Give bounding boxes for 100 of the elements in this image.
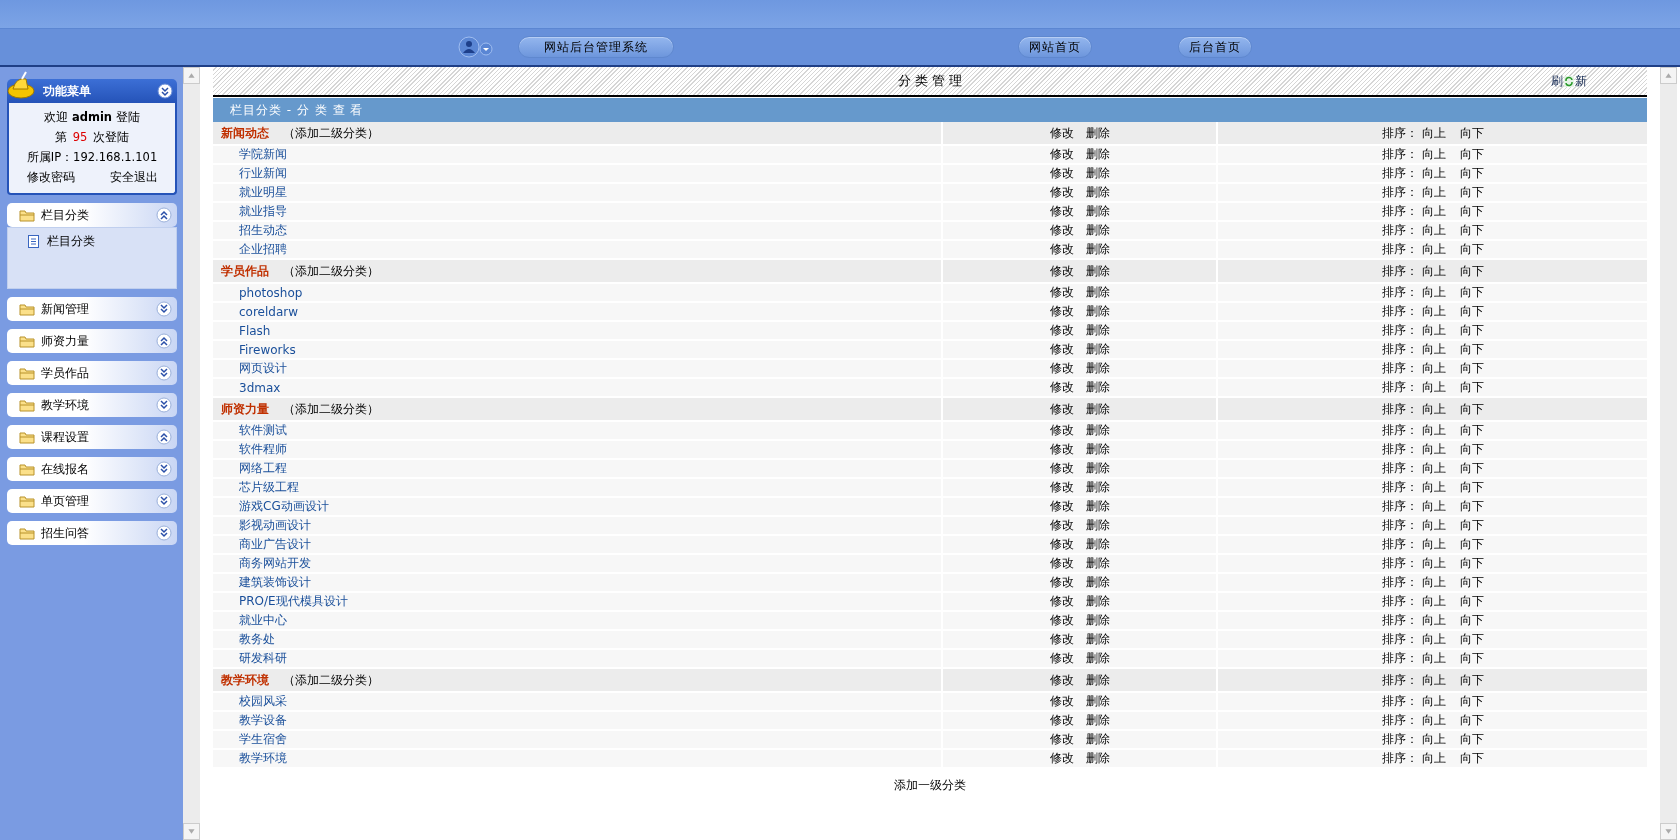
sort-down-link[interactable]: 向下	[1459, 712, 1484, 729]
sort-up-link[interactable]: 向上	[1421, 712, 1446, 729]
subcategory-link[interactable]: 校园风采	[221, 693, 287, 710]
sort-up-link[interactable]: 向上	[1421, 400, 1446, 418]
sort-down-link[interactable]: 向下	[1459, 479, 1484, 496]
sort-up-link[interactable]: 向上	[1421, 222, 1446, 239]
action-link[interactable]: 删除	[1085, 671, 1110, 689]
sort-up-link[interactable]: 向上	[1421, 555, 1446, 572]
sort-down-link[interactable]: 向下	[1459, 146, 1484, 163]
action-link[interactable]: 修改	[1049, 650, 1074, 667]
action-link[interactable]: 删除	[1085, 612, 1110, 629]
subcategory-link[interactable]: Flash	[221, 323, 271, 338]
subcategory-link[interactable]: 就业明星	[221, 184, 287, 201]
add-subcategory-link[interactable]: （添加二级分类）	[283, 671, 379, 689]
action-link[interactable]: 删除	[1085, 303, 1110, 320]
sort-down-link[interactable]: 向下	[1459, 460, 1484, 477]
account-link[interactable]: 修改密码	[26, 167, 75, 187]
subcategory-link[interactable]: 商务网站开发	[221, 555, 311, 572]
sort-down-link[interactable]: 向下	[1459, 593, 1484, 610]
subcategory-link[interactable]: 软件测试	[221, 422, 287, 439]
sort-up-link[interactable]: 向上	[1421, 284, 1446, 301]
sort-down-link[interactable]: 向下	[1459, 441, 1484, 458]
sort-up-link[interactable]: 向上	[1421, 379, 1446, 396]
action-link[interactable]: 删除	[1085, 379, 1110, 396]
subcategory-link[interactable]: 教务处	[221, 631, 275, 648]
action-link[interactable]: 修改	[1049, 593, 1074, 610]
action-link[interactable]: 修改	[1049, 241, 1074, 258]
add-category-link[interactable]: 添加一级分类	[894, 778, 966, 792]
action-link[interactable]: 删除	[1085, 731, 1110, 748]
sort-down-link[interactable]: 向下	[1459, 536, 1484, 553]
menu-section[interactable]: 招生问答	[7, 521, 177, 545]
action-link[interactable]: 修改	[1049, 574, 1074, 591]
action-link[interactable]: 修改	[1049, 731, 1074, 748]
sort-down-link[interactable]: 向下	[1459, 555, 1484, 572]
sort-up-link[interactable]: 向上	[1421, 146, 1446, 163]
action-link[interactable]: 删除	[1085, 693, 1110, 710]
action-link[interactable]: 删除	[1085, 400, 1110, 418]
action-link[interactable]: 删除	[1085, 341, 1110, 358]
subcategory-link[interactable]: photoshop	[221, 285, 303, 300]
action-link[interactable]: 删除	[1085, 631, 1110, 648]
menu-section[interactable]: 课程设置	[7, 425, 177, 449]
action-link[interactable]: 删除	[1085, 750, 1110, 767]
action-link[interactable]: 删除	[1085, 479, 1110, 496]
sort-up-link[interactable]: 向上	[1421, 671, 1446, 689]
chevron-down-icon[interactable]	[156, 397, 172, 413]
subcategory-link[interactable]: PRO/E现代模具设计	[221, 593, 348, 610]
menu-section[interactable]: 学员作品	[7, 361, 177, 385]
chevron-up-icon[interactable]	[156, 207, 172, 223]
action-link[interactable]: 删除	[1085, 498, 1110, 515]
action-link[interactable]: 修改	[1049, 750, 1074, 767]
sort-up-link[interactable]: 向上	[1421, 341, 1446, 358]
action-link[interactable]: 修改	[1049, 479, 1074, 496]
sort-up-link[interactable]: 向上	[1421, 693, 1446, 710]
action-link[interactable]: 修改	[1049, 184, 1074, 201]
add-subcategory-link[interactable]: （添加二级分类）	[283, 262, 379, 280]
sort-up-link[interactable]: 向上	[1421, 731, 1446, 748]
menu-section[interactable]: 栏目分类	[7, 203, 177, 227]
sort-up-link[interactable]: 向上	[1421, 322, 1446, 339]
sort-up-link[interactable]: 向上	[1421, 498, 1446, 515]
sort-down-link[interactable]: 向下	[1459, 400, 1484, 418]
action-link[interactable]: 删除	[1085, 460, 1110, 477]
chevron-down-icon[interactable]	[156, 461, 172, 477]
system-title-button[interactable]: 网站后台管理系统	[518, 36, 674, 58]
sort-up-link[interactable]: 向上	[1421, 460, 1446, 477]
sort-down-link[interactable]: 向下	[1459, 422, 1484, 439]
action-link[interactable]: 修改	[1049, 124, 1074, 142]
sort-up-link[interactable]: 向上	[1421, 574, 1446, 591]
action-link[interactable]: 修改	[1049, 498, 1074, 515]
sort-up-link[interactable]: 向上	[1421, 750, 1446, 767]
sort-down-link[interactable]: 向下	[1459, 574, 1484, 591]
sort-down-link[interactable]: 向下	[1459, 303, 1484, 320]
category-name[interactable]: 新闻动态	[221, 124, 269, 142]
menu-section[interactable]: 新闻管理	[7, 297, 177, 321]
sort-down-link[interactable]: 向下	[1459, 671, 1484, 689]
subcategory-link[interactable]: 芯片级工程	[221, 479, 299, 496]
subcategory-link[interactable]: 企业招聘	[221, 241, 287, 258]
chevron-down-icon[interactable]	[156, 493, 172, 509]
subcategory-link[interactable]: 行业新闻	[221, 165, 287, 182]
action-link[interactable]: 删除	[1085, 441, 1110, 458]
sort-up-link[interactable]: 向上	[1421, 303, 1446, 320]
sort-down-link[interactable]: 向下	[1459, 284, 1484, 301]
chevron-down-icon[interactable]	[156, 301, 172, 317]
sort-up-link[interactable]: 向上	[1421, 184, 1446, 201]
sort-down-link[interactable]: 向下	[1459, 731, 1484, 748]
action-link[interactable]: 删除	[1085, 262, 1110, 280]
refresh-button[interactable]: 刷 新	[1551, 73, 1587, 90]
action-link[interactable]: 删除	[1085, 284, 1110, 301]
action-link[interactable]: 删除	[1085, 124, 1110, 142]
sort-down-link[interactable]: 向下	[1459, 612, 1484, 629]
subcategory-link[interactable]: 教学设备	[221, 712, 287, 729]
action-link[interactable]: 修改	[1049, 671, 1074, 689]
sort-up-link[interactable]: 向上	[1421, 124, 1446, 142]
chevron-up-icon[interactable]	[156, 429, 172, 445]
chevron-down-icon[interactable]	[156, 365, 172, 381]
category-name[interactable]: 教学环境	[221, 671, 269, 689]
subcategory-link[interactable]: 就业指导	[221, 203, 287, 220]
sort-up-link[interactable]: 向上	[1421, 241, 1446, 258]
add-subcategory-link[interactable]: （添加二级分类）	[283, 400, 379, 418]
action-link[interactable]: 删除	[1085, 555, 1110, 572]
action-link[interactable]: 删除	[1085, 360, 1110, 377]
